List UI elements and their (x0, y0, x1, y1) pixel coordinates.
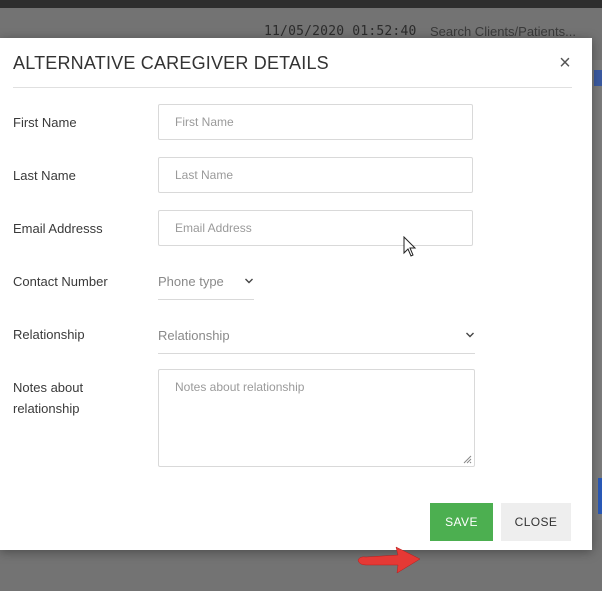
modal-title: ALTERNATIVE CAREGIVER DETAILS (13, 53, 329, 73)
header-datetime: 11/05/2020 01:52:40 (264, 24, 417, 39)
relationship-value: Relationship (158, 328, 230, 343)
contact-number-label: Contact Number (13, 274, 108, 289)
phone-type-select[interactable]: Phone type (158, 266, 254, 300)
background-tab (598, 478, 602, 514)
arrow-right-icon (357, 546, 421, 574)
phone-type-value: Phone type (158, 274, 224, 289)
caregiver-modal: ALTERNATIVE CAREGIVER DETAILS × First Na… (0, 38, 592, 574)
chevron-down-icon (466, 332, 474, 338)
first-name-input[interactable] (158, 104, 473, 140)
last-name-input[interactable] (158, 157, 473, 193)
close-icon[interactable]: × (556, 52, 574, 74)
background-badge (594, 70, 602, 86)
notes-textarea[interactable] (158, 369, 475, 467)
notes-label-line2: relationship (13, 401, 80, 416)
first-name-label: First Name (13, 115, 77, 130)
relationship-select[interactable]: Relationship (158, 320, 475, 354)
chevron-down-icon (245, 278, 253, 284)
background-content-strip (592, 60, 602, 520)
save-button[interactable]: SAVE (430, 503, 493, 541)
header-search: Search Clients/Patients... (430, 24, 576, 39)
resize-handle-icon[interactable] (463, 455, 472, 464)
relationship-label: Relationship (13, 327, 85, 342)
notes-label-line1: Notes about (13, 380, 84, 395)
email-input[interactable] (158, 210, 473, 246)
last-name-label: Last Name (13, 168, 76, 183)
mouse-pointer-icon (403, 236, 417, 257)
header-divider (13, 87, 572, 88)
close-button[interactable]: CLOSE (501, 503, 571, 541)
email-label: Email Addresss (13, 221, 103, 236)
app-topbar (0, 0, 602, 8)
